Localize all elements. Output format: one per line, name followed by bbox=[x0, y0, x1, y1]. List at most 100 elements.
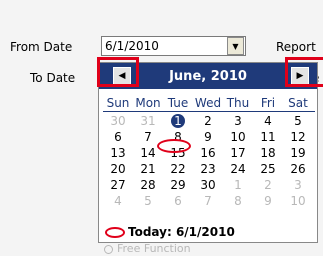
radio-icon bbox=[104, 244, 113, 254]
calendar-day-number: 2 bbox=[264, 178, 272, 192]
calendar-day[interactable]: 5 bbox=[283, 113, 313, 129]
calendar-day[interactable]: 18 bbox=[253, 145, 283, 161]
calendar-day-number: 16 bbox=[200, 146, 216, 160]
calendar-day[interactable]: 7 bbox=[193, 193, 223, 209]
calendar-day-number: 20 bbox=[110, 162, 126, 176]
today-link[interactable]: Today: 6/1/2010 bbox=[105, 225, 235, 239]
dow-mon: Mon bbox=[135, 96, 161, 110]
calendar-day[interactable]: 3 bbox=[283, 177, 313, 193]
calendar-day[interactable]: 16 bbox=[193, 145, 223, 161]
calendar-week-row: 20 21 22 23 24 25 26 bbox=[103, 161, 315, 177]
calendar-day[interactable]: 12 bbox=[283, 129, 313, 145]
calendar-week-row: 27 28 29 30 1 2 3 bbox=[103, 177, 315, 193]
calendar-day-number: 1 bbox=[234, 178, 242, 192]
calendar-day-number: 4 bbox=[264, 114, 272, 128]
calendar-day-selected[interactable]: 1 bbox=[163, 113, 193, 129]
calendar-day[interactable]: 2 bbox=[193, 113, 223, 129]
calendar-day[interactable]: 9 bbox=[193, 129, 223, 145]
calendar-day-number: 5 bbox=[144, 194, 152, 208]
calendar-day[interactable]: 25 bbox=[253, 161, 283, 177]
calendar-day[interactable]: 8 bbox=[223, 193, 253, 209]
calendar-day[interactable]: 10 bbox=[283, 193, 313, 209]
calendar-month-title: June, 2010 bbox=[169, 68, 247, 84]
calendar-day-number: 31 bbox=[140, 114, 156, 128]
dow-thu: Thu bbox=[226, 96, 250, 110]
calendar-day[interactable]: 27 bbox=[103, 177, 133, 193]
prev-button-highlight bbox=[97, 57, 139, 87]
calendar-day-number: 12 bbox=[290, 130, 306, 144]
calendar-day[interactable]: 6 bbox=[163, 193, 193, 209]
calendar-popup: June, 2010 ◀ ▶ Sun Mon Tue Wed Thu Fri S… bbox=[97, 57, 323, 243]
calendar-day-number: 23 bbox=[200, 162, 216, 176]
dropdown-arrow-icon[interactable]: ▼ bbox=[227, 37, 244, 55]
calendar-day-number: 3 bbox=[234, 114, 242, 128]
free-function-option: Free Function bbox=[104, 242, 191, 255]
calendar-day-number: 5 bbox=[294, 114, 302, 128]
to-date-label: To Date bbox=[30, 71, 76, 85]
calendar-day[interactable]: 28 bbox=[133, 177, 163, 193]
calendar-day-number: 14 bbox=[140, 146, 156, 160]
calendar-day-number: 8 bbox=[234, 194, 242, 208]
calendar-day-number: 6 bbox=[174, 194, 182, 208]
calendar-day[interactable]: 9 bbox=[253, 193, 283, 209]
calendar-day[interactable]: 21 bbox=[133, 161, 163, 177]
free-function-label: Free Function bbox=[117, 242, 191, 255]
calendar-day[interactable]: 10 bbox=[223, 129, 253, 145]
calendar-day-number: 30 bbox=[200, 178, 216, 192]
next-button-highlight bbox=[285, 57, 323, 87]
calendar-day[interactable]: 17 bbox=[223, 145, 253, 161]
calendar-day-number: 4 bbox=[114, 194, 122, 208]
today-label: Today: 6/1/2010 bbox=[128, 225, 235, 239]
calendar-day[interactable]: 4 bbox=[253, 113, 283, 129]
calendar-week-row: 13 14 15 16 17 18 19 bbox=[103, 145, 315, 161]
calendar-day[interactable]: 30 bbox=[193, 177, 223, 193]
calendar-day-number: 21 bbox=[140, 162, 156, 176]
calendar-day[interactable]: 19 bbox=[283, 145, 313, 161]
dow-sat: Sat bbox=[288, 96, 308, 110]
calendar-day[interactable]: 1 bbox=[223, 177, 253, 193]
calendar-day[interactable]: 2 bbox=[253, 177, 283, 193]
calendar-day[interactable]: 6 bbox=[103, 129, 133, 145]
calendar-day-number: 1 bbox=[174, 114, 182, 128]
dow-sun: Sun bbox=[106, 96, 130, 110]
calendar-day-number: 9 bbox=[264, 194, 272, 208]
calendar-day-number: 7 bbox=[144, 130, 152, 144]
calendar-day[interactable]: 5 bbox=[133, 193, 163, 209]
calendar-day[interactable]: 24 bbox=[223, 161, 253, 177]
calendar-day[interactable]: 13 bbox=[103, 145, 133, 161]
report-label: Report bbox=[276, 40, 316, 54]
day-grid: 30 31 1 2 3 4 5 6 7 8 9 10 11 12 13 14 15 16 17 18 19 20 21 22 2… bbox=[103, 113, 315, 209]
calendar-day-number: 3 bbox=[294, 178, 302, 192]
calendar-day-number: 19 bbox=[290, 146, 306, 160]
calendar-day[interactable]: 22 bbox=[163, 161, 193, 177]
header-divider bbox=[103, 111, 315, 112]
calendar-week-row: 30 31 1 2 3 4 5 bbox=[103, 113, 315, 129]
calendar-day[interactable]: 30 bbox=[103, 113, 133, 129]
calendar-day-number: 13 bbox=[110, 146, 126, 160]
calendar-day[interactable]: 26 bbox=[283, 161, 313, 177]
calendar-day-number: 30 bbox=[110, 114, 126, 128]
from-date-label: From Date bbox=[10, 40, 73, 54]
calendar-day[interactable]: 20 bbox=[103, 161, 133, 177]
days-of-week-header: Sun Mon Tue Wed Thu Fri Sat bbox=[103, 96, 315, 110]
selected-day-highlight bbox=[157, 139, 191, 153]
calendar-day-number: 11 bbox=[260, 130, 276, 144]
calendar-day-number: 10 bbox=[290, 194, 306, 208]
today-circle-icon bbox=[105, 226, 125, 238]
from-date-field[interactable]: 6/1/2010 ▼ bbox=[101, 36, 246, 56]
calendar-day-number: 7 bbox=[204, 194, 212, 208]
calendar-day-number: 28 bbox=[140, 178, 156, 192]
calendar-day[interactable]: 11 bbox=[253, 129, 283, 145]
dow-tue: Tue bbox=[167, 96, 189, 110]
calendar-day[interactable]: 31 bbox=[133, 113, 163, 129]
calendar-day-number: 10 bbox=[230, 130, 246, 144]
calendar-day[interactable]: 3 bbox=[223, 113, 253, 129]
calendar-day[interactable]: 4 bbox=[103, 193, 133, 209]
calendar-day[interactable]: 29 bbox=[163, 177, 193, 193]
calendar-day-number: 22 bbox=[170, 162, 186, 176]
calendar-day-number: 27 bbox=[110, 178, 126, 192]
calendar-day-number: 26 bbox=[290, 162, 306, 176]
calendar-week-row: 4 5 6 7 8 9 10 bbox=[103, 193, 315, 209]
from-date-value[interactable]: 6/1/2010 bbox=[102, 39, 227, 53]
calendar-day[interactable]: 23 bbox=[193, 161, 223, 177]
